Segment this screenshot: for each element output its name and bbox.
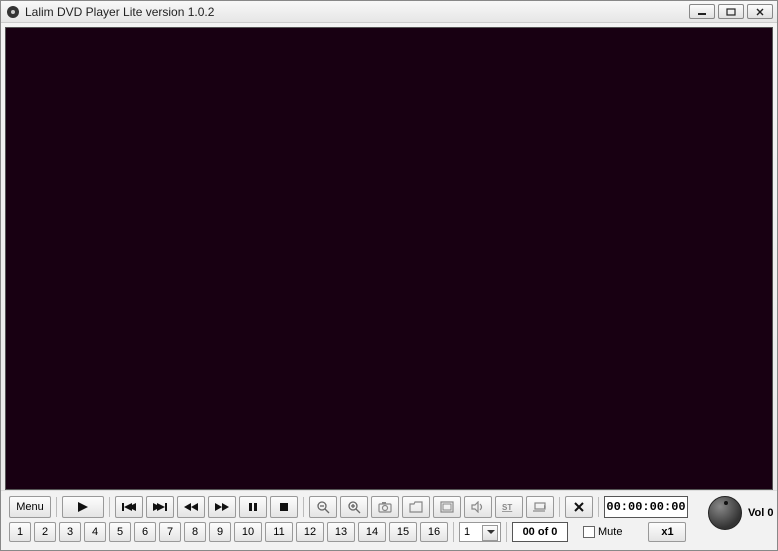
chapter-button-15[interactable]: 15: [389, 522, 417, 542]
chapter-button-4[interactable]: 4: [84, 522, 106, 542]
chapter-button-11[interactable]: 11: [265, 522, 293, 542]
mute-label: Mute: [598, 526, 622, 538]
separator: [598, 497, 599, 517]
separator: [559, 497, 560, 517]
play-button[interactable]: [62, 496, 104, 518]
chapter-button-10[interactable]: 10: [234, 522, 262, 542]
chapter-button-6[interactable]: 6: [134, 522, 156, 542]
app-window: Lalim DVD Player Lite version 1.0.2 Menu: [0, 0, 778, 551]
eject-button[interactable]: [526, 496, 554, 518]
maximize-button[interactable]: [718, 4, 744, 19]
window-title: Lalim DVD Player Lite version 1.0.2: [25, 5, 689, 19]
chapter-select-value: 1: [464, 526, 470, 538]
mute-control: Mute: [583, 526, 622, 538]
control-panel: Menu: [1, 490, 777, 550]
playback-row: Menu: [9, 496, 688, 518]
fast-forward-button[interactable]: [208, 496, 236, 518]
video-display[interactable]: [5, 27, 773, 490]
separator: [506, 522, 507, 542]
chapter-button-8[interactable]: 8: [184, 522, 206, 542]
snapshot-button[interactable]: [371, 496, 399, 518]
pause-button[interactable]: [239, 496, 267, 518]
separator: [56, 497, 57, 517]
stop-button[interactable]: [270, 496, 298, 518]
fullscreen-button[interactable]: [433, 496, 461, 518]
chapter-button-12[interactable]: 12: [296, 522, 324, 542]
open-button[interactable]: [402, 496, 430, 518]
chapter-button-5[interactable]: 5: [109, 522, 131, 542]
chapter-row: 1 2 3 4 5 6 7 8 9 10 11 12 13 14 15 16: [9, 522, 688, 542]
minimize-button[interactable]: [689, 4, 715, 19]
volume-label: Vol 0: [748, 507, 778, 519]
chapter-button-3[interactable]: 3: [59, 522, 81, 542]
app-icon: [5, 4, 21, 20]
prev-chapter-button[interactable]: [115, 496, 143, 518]
volume-knob[interactable]: [708, 496, 742, 530]
title-bar: Lalim DVD Player Lite version 1.0.2: [1, 1, 777, 23]
speed-button[interactable]: x1: [648, 522, 686, 542]
close-button[interactable]: [747, 4, 773, 19]
subtitle-button[interactable]: ST: [495, 496, 523, 518]
volume-block: Vol 0: [688, 496, 778, 530]
chapter-button-2[interactable]: 2: [34, 522, 56, 542]
separator: [109, 497, 110, 517]
separator: [303, 497, 304, 517]
chapter-button-7[interactable]: 7: [159, 522, 181, 542]
mute-checkbox[interactable]: [583, 526, 595, 538]
chapter-button-1[interactable]: 1: [9, 522, 31, 542]
menu-button[interactable]: Menu: [9, 496, 51, 518]
zoom-in-button[interactable]: [340, 496, 368, 518]
chapter-button-14[interactable]: 14: [358, 522, 386, 542]
rewind-button[interactable]: [177, 496, 205, 518]
chapter-button-9[interactable]: 9: [209, 522, 231, 542]
zoom-out-button[interactable]: [309, 496, 337, 518]
audio-button[interactable]: [464, 496, 492, 518]
chapter-button-16[interactable]: 16: [420, 522, 448, 542]
delete-button[interactable]: [565, 496, 593, 518]
window-controls: [689, 4, 773, 19]
time-display: 00:00:00:00: [604, 496, 688, 518]
chapter-counter: 00 of 0: [512, 522, 568, 542]
next-chapter-button[interactable]: [146, 496, 174, 518]
svg-text:ST: ST: [502, 503, 512, 512]
chevron-down-icon: [487, 530, 495, 534]
separator: [453, 522, 454, 542]
chapter-select[interactable]: 1: [459, 522, 501, 542]
chapter-button-13[interactable]: 13: [327, 522, 355, 542]
